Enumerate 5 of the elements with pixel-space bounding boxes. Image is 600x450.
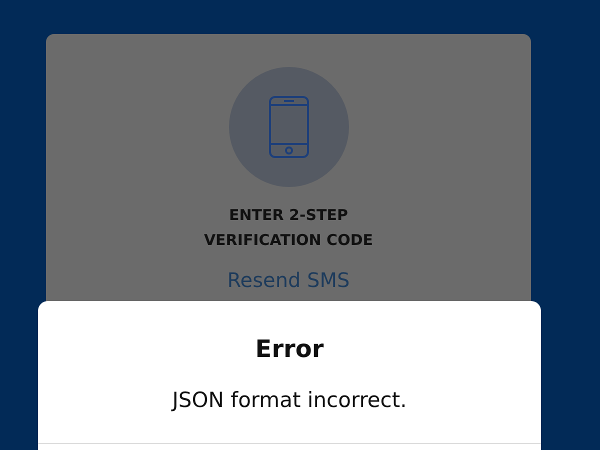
dialog-title: Error: [255, 334, 324, 365]
resend-sms-link[interactable]: Resend SMS: [227, 267, 350, 293]
dialog-message: JSON format incorrect.: [172, 387, 407, 414]
verification-title: ENTER 2-STEP VERIFICATION CODE: [202, 205, 374, 251]
phone-icon: [268, 96, 308, 158]
